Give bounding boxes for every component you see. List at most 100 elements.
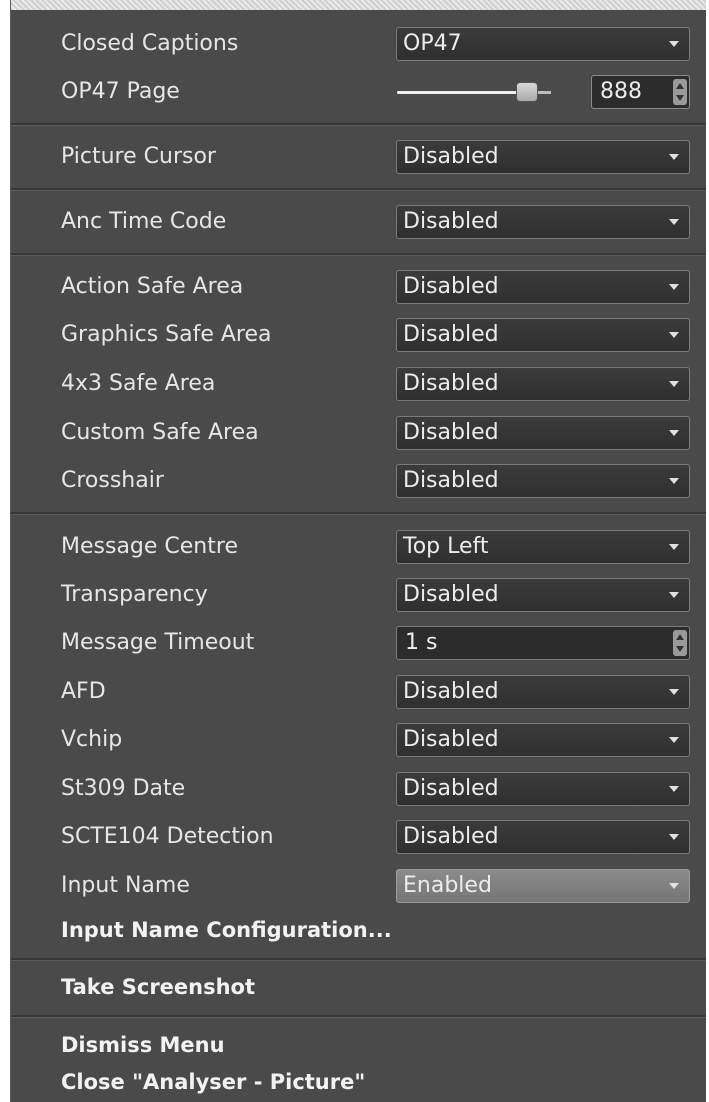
input-name-value: Enabled [403, 873, 492, 898]
chevron-down-icon [669, 154, 679, 160]
chevron-down-icon [669, 689, 679, 695]
graphics-safe-area-label: Graphics Safe Area [61, 322, 272, 347]
input-name-label: Input Name [61, 873, 190, 898]
closed-captions-value: OP47 [403, 31, 462, 56]
close-window-label: Close "Analyser - Picture" [61, 1070, 366, 1094]
picture-cursor-row: Picture Cursor Disabled [11, 137, 706, 177]
dismiss-menu-label: Dismiss Menu [61, 1033, 225, 1057]
arrow-down-icon[interactable] [676, 646, 684, 652]
chevron-down-icon [669, 430, 679, 436]
arrow-up-icon[interactable] [676, 634, 684, 640]
transparency-label: Transparency [61, 582, 208, 607]
safe-area-4x3-value: Disabled [403, 371, 499, 396]
separator [11, 188, 706, 191]
action-safe-area-select[interactable]: Disabled [396, 270, 690, 304]
vchip-value: Disabled [403, 727, 499, 752]
safe-area-4x3-label: 4x3 Safe Area [61, 371, 216, 396]
separator [11, 253, 706, 256]
chevron-down-icon [669, 883, 679, 889]
input-name-select[interactable]: Enabled [396, 869, 690, 903]
separator [11, 958, 706, 961]
chevron-down-icon [669, 284, 679, 290]
action-safe-area-label: Action Safe Area [61, 274, 244, 299]
picture-cursor-value: Disabled [403, 144, 499, 169]
message-timeout-value: 1 s [405, 630, 438, 655]
st309-date-row: St309 Date Disabled [11, 769, 706, 809]
chevron-down-icon [669, 41, 679, 47]
transparency-value: Disabled [403, 582, 499, 607]
message-timeout-label: Message Timeout [61, 630, 255, 655]
message-centre-label: Message Centre [61, 534, 238, 559]
custom-safe-area-value: Disabled [403, 420, 499, 445]
transparency-select[interactable]: Disabled [396, 578, 690, 612]
anc-time-code-select[interactable]: Disabled [396, 205, 690, 239]
st309-date-select[interactable]: Disabled [396, 772, 690, 806]
message-centre-select[interactable]: Top Left [396, 530, 690, 564]
st309-date-value: Disabled [403, 776, 499, 801]
chevron-down-icon [669, 737, 679, 743]
chevron-down-icon [669, 219, 679, 225]
closed-captions-select[interactable]: OP47 [396, 27, 690, 61]
custom-safe-area-label: Custom Safe Area [61, 420, 259, 445]
scte104-detection-select[interactable]: Disabled [396, 820, 690, 854]
message-centre-value: Top Left [403, 534, 489, 559]
closed-captions-label: Closed Captions [61, 31, 239, 56]
chevron-down-icon [669, 786, 679, 792]
message-timeout-row: Message Timeout 1 s [11, 623, 706, 663]
graphics-safe-area-select[interactable]: Disabled [396, 318, 690, 352]
vchip-row: Vchip Disabled [11, 720, 706, 760]
menu-grip[interactable] [11, 0, 706, 10]
vchip-select[interactable]: Disabled [396, 723, 690, 757]
op47-page-stepper[interactable] [673, 79, 687, 105]
transparency-row: Transparency Disabled [11, 575, 706, 615]
op47-page-value: 888 [600, 79, 642, 104]
input-name-configuration-item[interactable]: Input Name Configuration... [11, 910, 706, 950]
closed-captions-row: Closed Captions OP47 [11, 24, 706, 64]
input-name-configuration-label: Input Name Configuration... [61, 918, 392, 942]
chevron-down-icon [669, 478, 679, 484]
separator [11, 123, 706, 126]
anc-time-code-label: Anc Time Code [61, 209, 227, 234]
anc-time-code-row: Anc Time Code Disabled [11, 202, 706, 242]
chevron-down-icon [669, 544, 679, 550]
arrow-down-icon[interactable] [676, 95, 684, 101]
afd-select[interactable]: Disabled [396, 675, 690, 709]
custom-safe-area-row: Custom Safe Area Disabled [11, 413, 706, 453]
graphics-safe-area-row: Graphics Safe Area Disabled [11, 315, 706, 355]
dismiss-menu-item[interactable]: Dismiss Menu [11, 1025, 706, 1065]
chevron-down-icon [669, 381, 679, 387]
separator [11, 512, 706, 515]
message-timeout-spinbox[interactable]: 1 s [396, 626, 690, 660]
take-screenshot-item[interactable]: Take Screenshot [11, 967, 706, 1007]
action-safe-area-value: Disabled [403, 274, 499, 299]
custom-safe-area-select[interactable]: Disabled [396, 416, 690, 450]
scte104-detection-value: Disabled [403, 824, 499, 849]
safe-area-4x3-row: 4x3 Safe Area Disabled [11, 364, 706, 404]
separator [11, 1015, 706, 1018]
op47-page-spinbox[interactable]: 888 [591, 75, 690, 109]
message-timeout-stepper[interactable] [673, 630, 687, 656]
message-centre-row: Message Centre Top Left [11, 527, 706, 567]
op47-page-slider-end [537, 91, 551, 94]
anc-time-code-value: Disabled [403, 209, 499, 234]
st309-date-label: St309 Date [61, 776, 186, 801]
chevron-down-icon [669, 834, 679, 840]
arrow-up-icon[interactable] [676, 83, 684, 89]
afd-label: AFD [61, 679, 106, 704]
vchip-label: Vchip [61, 727, 123, 752]
close-window-item[interactable]: Close "Analyser - Picture" [11, 1062, 706, 1102]
picture-cursor-label: Picture Cursor [61, 144, 216, 169]
op47-page-slider-track[interactable] [397, 91, 527, 94]
op47-page-label: OP47 Page [61, 79, 180, 104]
scte104-detection-row: SCTE104 Detection Disabled [11, 817, 706, 857]
picture-cursor-select[interactable]: Disabled [396, 140, 690, 174]
afd-row: AFD Disabled [11, 672, 706, 712]
graphics-safe-area-value: Disabled [403, 322, 499, 347]
safe-area-4x3-select[interactable]: Disabled [396, 367, 690, 401]
crosshair-label: Crosshair [61, 468, 164, 493]
input-name-row: Input Name Enabled [11, 866, 706, 906]
action-safe-area-row: Action Safe Area Disabled [11, 267, 706, 307]
op47-page-slider-handle[interactable] [516, 82, 538, 102]
op47-page-row: OP47 Page 888 [11, 72, 706, 112]
crosshair-select[interactable]: Disabled [396, 464, 690, 498]
